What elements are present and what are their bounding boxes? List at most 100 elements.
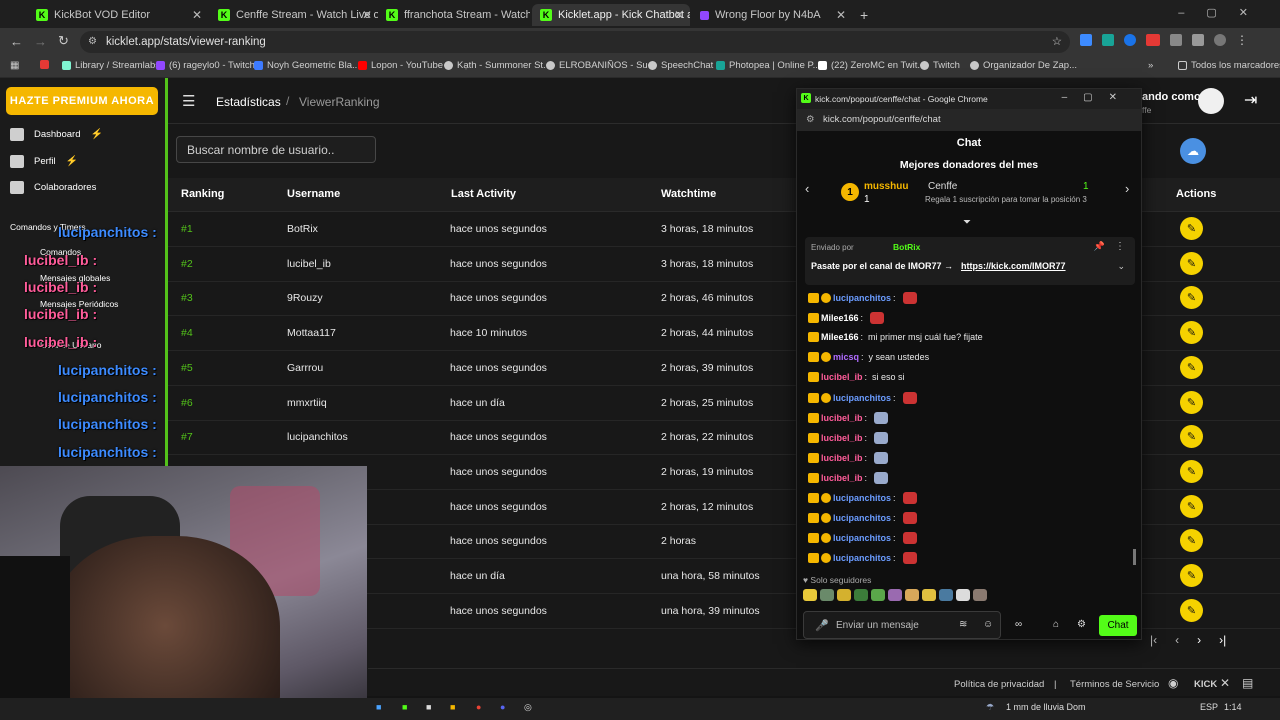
close-tab-icon[interactable]: ✕ [836,8,846,22]
x-icon[interactable]: ✕ [1220,676,1230,690]
pinned-link[interactable]: https://kick.com/IMOR77 [961,261,1066,271]
chat-username[interactable]: lucibel_ib [821,473,863,483]
breadcrumb-root[interactable]: Estadísticas [216,95,281,109]
forward-icon[interactable]: → [34,34,47,49]
bookmark-item[interactable]: Lopon - YouTube [358,60,443,71]
emote[interactable] [905,589,919,601]
bookmark-item[interactable]: Photopea | Online P... [716,60,821,71]
terms-link[interactable]: Términos de Servicio [1070,679,1159,690]
extension-icon[interactable] [1102,34,1114,46]
seventv-icon[interactable]: ≋ [959,619,967,630]
edit-user-button[interactable]: ✎ [1180,598,1203,622]
chat-username[interactable]: lucibel_ib [821,453,863,463]
emote[interactable] [820,589,834,601]
close-tab-icon[interactable]: ✕ [674,8,684,22]
taskbar-app-icon[interactable]: ■ [426,702,431,712]
extension-icon[interactable] [1080,34,1092,46]
kick-link[interactable]: KICK [1194,679,1217,690]
privacy-link[interactable]: Política de privacidad [954,679,1044,690]
bookmark-item[interactable]: Kạth - Summoner St... [444,60,551,71]
adblock-icon[interactable] [1146,34,1160,46]
store-icon[interactable]: ⌂ [1053,619,1059,630]
chat-username[interactable]: micsq [833,352,859,362]
tab-cenffe-stream[interactable]: K Cenffe Stream - Watch Live on ✕ [210,4,378,26]
more-options-icon[interactable]: ⋮ [1115,241,1125,252]
emote[interactable] [939,589,953,601]
chat-username[interactable]: lucipanchitos [833,513,891,523]
apps-grid-icon[interactable]: ▦ [10,60,19,71]
emote[interactable] [922,589,936,601]
edit-user-button[interactable]: ✎ [1180,286,1203,310]
user-avatar[interactable] [1198,88,1224,114]
edit-user-button[interactable]: ✎ [1180,494,1203,518]
chat-username[interactable]: lucipanchitos [833,493,891,503]
chat-username[interactable]: lucipanchitos [833,293,891,303]
channel-points-icon[interactable]: ∞ [1015,619,1022,630]
edit-user-button[interactable]: ✎ [1180,321,1203,345]
edit-user-button[interactable]: ✎ [1180,355,1203,379]
bookmark-star-icon[interactable]: ☆ [1052,31,1062,53]
all-bookmarks[interactable]: Todos los marcadores [1178,60,1280,71]
more-bookmarks-icon[interactable]: » [1148,60,1153,71]
chat-username[interactable]: lucipanchitos [833,553,891,563]
sidebar-item-collaborators[interactable]: Colaboradores [10,181,96,194]
edit-user-button[interactable]: ✎ [1180,459,1203,483]
site-info-icon[interactable]: ⚙ [88,31,97,53]
emote[interactable] [837,589,851,601]
bookmark-item[interactable] [40,60,49,69]
edit-user-button[interactable]: ✎ [1180,251,1203,275]
emote[interactable] [854,589,868,601]
sidebar-item-global-messages[interactable]: Mensajes globales [40,273,110,283]
menu-toggle-icon[interactable]: ☰ [182,92,195,110]
taskbar-app-icon[interactable]: ■ [450,702,455,712]
discord-icon[interactable]: ● [500,702,505,712]
bookmark-item[interactable]: SpeechChat [648,60,713,71]
close-tab-icon[interactable]: ✕ [192,8,202,22]
sidebar-item-periodic-messages[interactable]: Mensajes Periódicos [40,299,118,309]
emote[interactable] [973,589,987,601]
sidebar-item-commands[interactable]: Comandos [40,247,81,257]
popout-window-controls[interactable]: –▢✕ [1062,92,1133,103]
chat-settings-icon[interactable]: ⚙ [1077,619,1086,630]
send-chat-button[interactable]: Chat [1099,615,1137,636]
cloud-icon[interactable]: ☁ [1180,138,1206,164]
window-controls[interactable]: –▢✕ [1178,6,1270,19]
edit-user-button[interactable]: ✎ [1180,529,1203,553]
site-info-icon[interactable]: ⚙ [806,109,815,131]
first-page-icon[interactable]: |‹ [1150,633,1157,647]
bookmark-item[interactable]: Library / Streamlabs [62,60,160,71]
premium-button[interactable]: HAZTE PREMIUM AHORA [6,87,158,115]
chat-username[interactable]: lucibel_ib [821,433,863,443]
chat-username[interactable]: lucipanchitos [833,393,891,403]
chat-scrollbar[interactable] [1133,549,1136,565]
chat-message-input[interactable] [803,611,1001,639]
bookmark-item[interactable]: Organizador De Zap... [970,60,1077,71]
username-search-input[interactable] [176,136,376,163]
bookmark-item[interactable]: Noyh Geometric Bla... [254,60,360,71]
sidebar-item-profile[interactable]: Perfil ⚡ [10,155,78,168]
close-tab-icon[interactable]: ✕ [362,8,372,22]
sidebar-item-dashboard[interactable]: Dashboard ⚡ [10,128,103,141]
chat-username[interactable]: Milee166 [821,313,859,323]
tab-kicklet[interactable]: K Kicklet.app - Kick Chatbot and✕ [532,4,690,26]
menu-icon[interactable]: ⋮ [1236,34,1248,46]
expand-icon[interactable]: ⌄ [1117,261,1125,272]
edit-user-button[interactable]: ✎ [1180,217,1203,240]
chat-username[interactable]: lucibel_ib [821,413,863,423]
extension-icon[interactable] [1124,34,1136,46]
tab-wrong-floor[interactable]: Wrong Floor by N4bA ✕ [692,4,852,26]
tab-kickbot-vod[interactable]: K KickBot VOD Editor ✕ [28,4,208,26]
emote[interactable] [956,589,970,601]
emote[interactable] [803,589,817,601]
taskbar-app-icon[interactable]: ■ [376,702,381,712]
chat-username[interactable]: lucipanchitos [833,533,891,543]
bookmark-item[interactable]: (6) rageylo0 - Twitch [156,60,255,71]
taskbar-app-icon[interactable]: ■ [402,702,407,712]
logout-icon[interactable]: ⇥ [1244,90,1257,110]
edit-user-button[interactable]: ✎ [1180,564,1203,587]
language-indicator[interactable]: ESP [1200,702,1218,712]
emote[interactable] [871,589,885,601]
next-donor-icon[interactable]: › [1125,181,1129,196]
sidebar-item-user-list[interactable]: Lista de Usuario [40,340,101,350]
tab-ffranchota-stream[interactable]: Kffranchota Stream - Watch [378,4,530,26]
